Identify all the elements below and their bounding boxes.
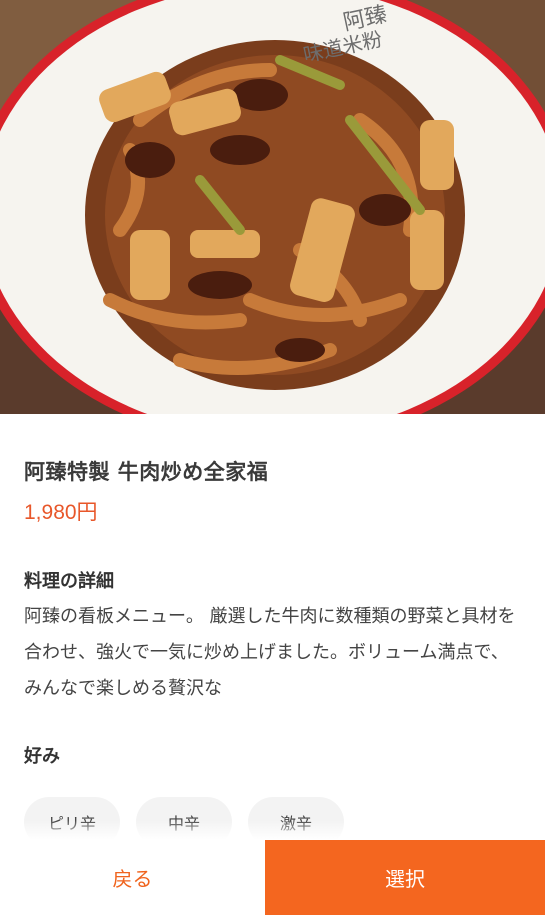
preference-heading: 好み: [24, 746, 60, 767]
select-button[interactable]: 選択: [265, 840, 545, 915]
back-button[interactable]: 戻る: [0, 840, 265, 915]
details-heading: 料理の詳細: [24, 571, 114, 592]
action-bar: 戻る 選択: [0, 840, 545, 915]
scroll-fade: [0, 820, 545, 840]
product-price: 1,980円: [24, 501, 98, 524]
product-title: 阿臻特製 牛肉炒め全家福: [24, 460, 269, 484]
dish-photo: 阿臻 味道米粉: [0, 0, 545, 414]
details-description: 阿臻の看板メニュー。 厳選した牛肉に数種類の野菜と具材を合わせ、強火で一気に炒め…: [24, 606, 516, 699]
